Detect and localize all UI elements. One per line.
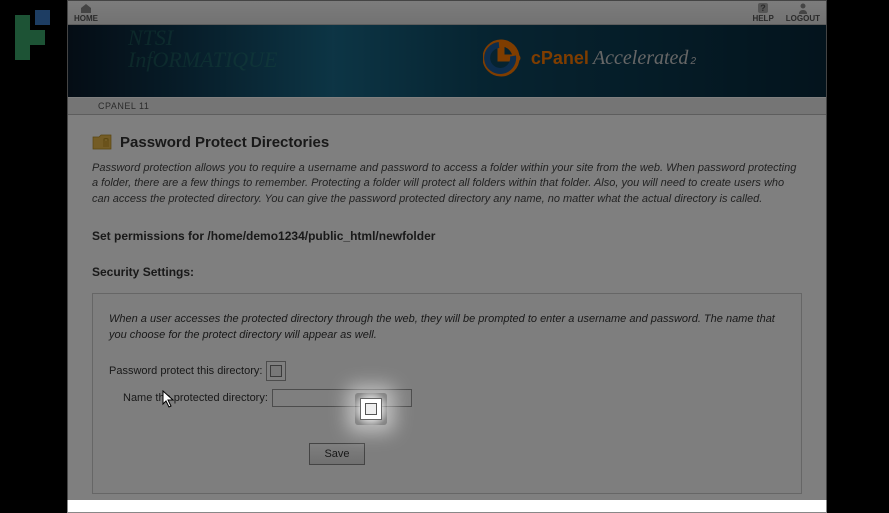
home-icon [79,2,93,14]
brand-suffix: Accelerated [593,47,689,70]
topbar: HOME ? HELP LOGOUT [68,1,826,25]
logout-icon [796,2,810,14]
home-button[interactable]: HOME [74,2,98,23]
banner: NTSI InfORMATIQUE cPanel Accelerated 2 [68,25,826,97]
breadcrumb: CPANEL 11 [68,97,826,115]
page-title: Password Protect Directories [120,134,329,151]
help-button[interactable]: ? HELP [752,2,773,23]
directory-name-input[interactable] [272,389,412,407]
name-input-row: Name the protected directory: [109,389,785,407]
page-title-row: Password Protect Directories [92,133,802,151]
logout-label: LOGOUT [786,14,820,23]
settings-box: When a user accesses the protected direc… [92,293,802,494]
folder-lock-icon [92,133,112,151]
protect-checkbox-row: Password protect this directory: [109,361,785,381]
main-window: HOME ? HELP LOGOUT NTSI InfORMATIQUE [67,0,827,513]
protect-checkbox-label: Password protect this directory: [109,365,262,377]
brand-text: cPanel [531,48,589,69]
security-settings-heading: Security Settings: [92,265,802,279]
protect-checkbox[interactable] [266,361,286,381]
page-description: Password protection allows you to requir… [92,161,802,207]
help-label: HELP [752,14,773,23]
save-button[interactable]: Save [309,443,365,465]
brand-sub: 2 [690,56,696,67]
help-icon: ? [756,2,770,14]
content-area: Password Protect Directories Password pr… [68,115,826,512]
banner-watermark: NTSI InfORMATIQUE [128,27,278,71]
name-input-label: Name the protected directory: [123,392,268,404]
home-label: HOME [74,14,98,23]
settings-hint: When a user accesses the protected direc… [109,312,785,343]
svg-text:?: ? [760,3,766,13]
cpanel-mark-icon [483,37,525,79]
logout-button[interactable]: LOGOUT [786,2,820,23]
background-host-logo [5,10,55,60]
permissions-line: Set permissions for /home/demo1234/publi… [92,229,802,243]
banner-logo: cPanel Accelerated 2 [483,37,696,79]
